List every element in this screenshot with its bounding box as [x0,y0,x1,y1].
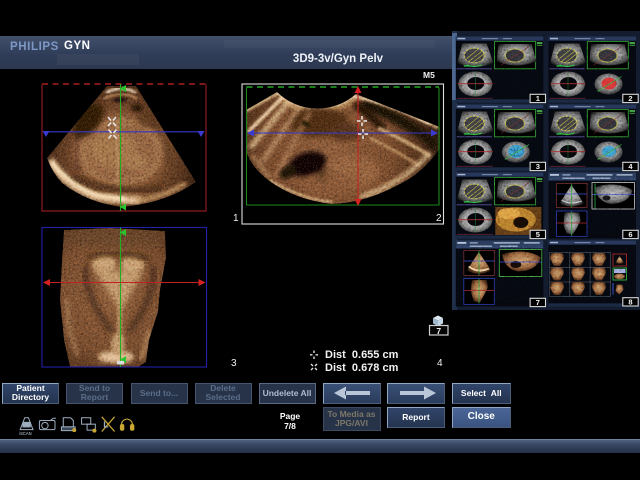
svg-text:iSCAN: iSCAN [19,431,31,436]
svg-text:M5: M5 [423,70,435,80]
svg-text:2: 2 [436,213,442,224]
svg-text:3: 3 [231,358,237,369]
svg-text:4: 4 [437,358,443,369]
svg-text:1: 1 [233,213,239,224]
svg-text:7: 7 [436,326,441,336]
